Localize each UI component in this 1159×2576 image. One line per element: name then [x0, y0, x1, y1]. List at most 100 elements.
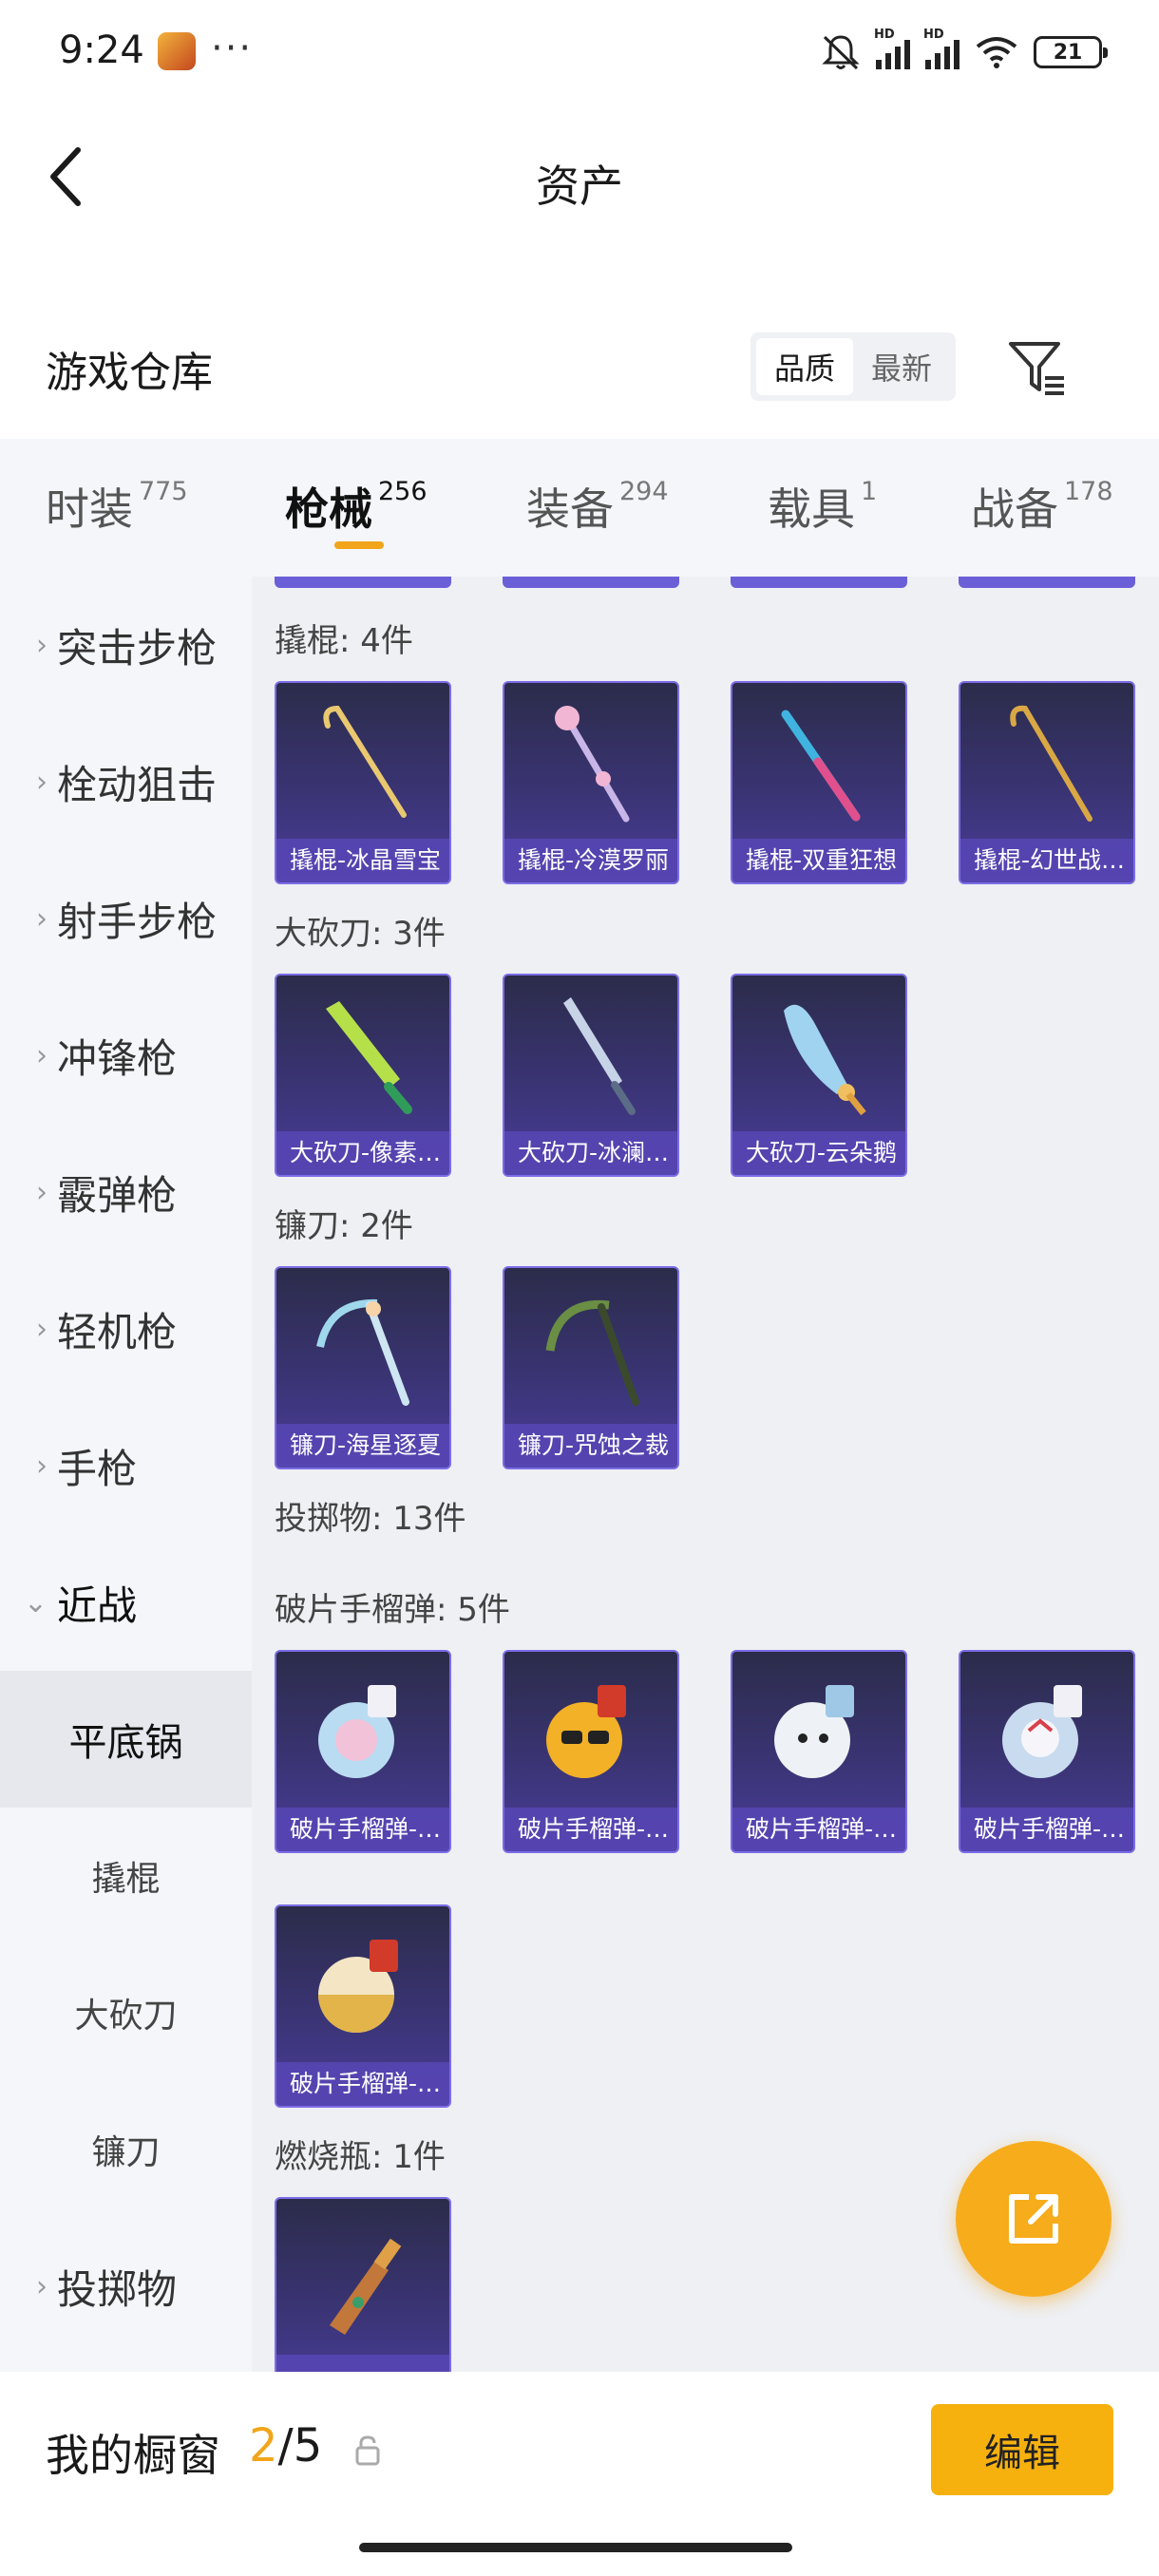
share-button[interactable]: [956, 2141, 1112, 2297]
sidebar-sub-crowbar[interactable]: 撬棍: [0, 1808, 252, 1944]
item-label: 破片手榴弹-…: [276, 1808, 449, 1851]
sidebar-item-smg[interactable]: › 冲锋枪: [0, 987, 252, 1124]
item-card[interactable]: 镰刀-海星逐夏: [275, 1266, 451, 1469]
grenade-image: [960, 1652, 1133, 1809]
sidebar-sub-pan[interactable]: 平底锅: [0, 1671, 252, 1808]
status-time: 9:24: [59, 28, 144, 72]
item-card[interactable]: 破片手榴弹-…: [503, 1650, 679, 1853]
nav-header: 资产: [0, 104, 1159, 256]
status-bar: 9:24 ··· HD HD 21: [0, 0, 1159, 104]
item-label: [276, 2355, 449, 2372]
group-title-throwables: 投掷物: 13件: [275, 1500, 466, 1538]
item-label: 大砍刀-像素…: [276, 1131, 449, 1175]
sort-newest-button[interactable]: 最新: [853, 338, 950, 395]
item-card[interactable]: 破片手榴弹-…: [275, 1904, 451, 2108]
chevron-right-icon: ›: [36, 1449, 48, 1483]
tab-fashion[interactable]: 时装 775: [46, 475, 188, 538]
group-title-crowbar: 撬棍: 4件: [275, 622, 413, 660]
item-card[interactable]: 撬棍-幻世战…: [959, 681, 1135, 884]
edit-button[interactable]: 编辑: [931, 2404, 1113, 2495]
sidebar-sub-machete[interactable]: 大砍刀: [0, 1944, 252, 2081]
showcase-bar: 我的橱窗 2/5 编辑: [0, 2372, 1159, 2576]
item-label: 破片手榴弹-…: [960, 1808, 1133, 1851]
item-card[interactable]: 撬棍-冰晶雪宝: [275, 681, 451, 884]
status-more: ···: [211, 27, 254, 70]
grenade-image: [276, 1906, 449, 2064]
tab-equipment[interactable]: 装备 294: [526, 475, 669, 538]
sickle-image: [504, 1268, 677, 1426]
item-label: 破片手榴弹-…: [504, 1808, 677, 1851]
category-tabs: 时装 775 枪械 256 装备 294 载具 1 战备 178: [0, 439, 1159, 577]
home-indicator[interactable]: [359, 2543, 792, 2552]
item-card[interactable]: 撬棍-双重狂想: [731, 681, 907, 884]
item-card[interactable]: 破片手榴弹-…: [959, 1650, 1135, 1853]
warehouse-header: 游戏仓库 品质 最新: [0, 313, 1159, 427]
crowbar-image: [732, 683, 905, 841]
item-card[interactable]: 破片手榴弹-…: [275, 1650, 451, 1853]
signal-1-icon: HD: [874, 28, 910, 69]
sidebar-item-lmg[interactable]: › 轻机枪: [0, 1260, 252, 1397]
machete-image: [276, 975, 449, 1133]
sidebar-item-melee[interactable]: ⌄ 近战: [0, 1534, 252, 1671]
chevron-right-icon: ›: [36, 628, 48, 662]
sort-toggle: 品质 最新: [750, 332, 956, 401]
chevron-right-icon: ›: [36, 2269, 48, 2303]
chevron-right-icon: ›: [36, 1312, 48, 1346]
crowbar-image: [960, 683, 1133, 841]
item-label: 大砍刀-云朵鹅: [732, 1131, 905, 1175]
item-card[interactable]: [275, 2197, 451, 2372]
item-label: 破片手榴弹-…: [732, 1808, 905, 1851]
item-label: 撬棍-冷漠罗丽: [504, 839, 677, 882]
sickle-image: [276, 1268, 449, 1426]
item-card[interactable]: 镰刀-咒蚀之裁: [503, 1266, 679, 1469]
item-label: 大砍刀-冰澜…: [504, 1131, 677, 1175]
item-card[interactable]: 撬棍-冷漠罗丽: [503, 681, 679, 884]
sidebar-item-throwables[interactable]: › 投掷物: [0, 2218, 252, 2355]
sidebar-item-marksman-rifle[interactable]: › 射手步枪: [0, 850, 252, 987]
item-label: 镰刀-咒蚀之裁: [504, 1424, 677, 1468]
tab-firearms[interactable]: 枪械 256: [285, 475, 428, 538]
sidebar-item-pistol[interactable]: › 手枪: [0, 1397, 252, 1534]
tab-vehicles[interactable]: 载具 1: [768, 475, 877, 538]
grenade-image: [732, 1652, 905, 1809]
sidebar: › 突击步枪 › 栓动狙击 › 射手步枪 › 冲锋枪 › 霰弹枪 › 轻机枪 › 手枪 ⌄ 近战…: [0, 577, 252, 2372]
machete-image: [732, 975, 905, 1133]
tab-supplies[interactable]: 战备 178: [971, 475, 1113, 538]
lock-icon: [355, 2435, 380, 2466]
chevron-right-icon: ›: [36, 1038, 48, 1072]
item-label: 破片手榴弹-…: [276, 2062, 449, 2106]
item-card[interactable]: 破片手榴弹-…: [731, 1650, 907, 1853]
card-stub: [503, 577, 679, 588]
item-label: 撬棍-幻世战…: [960, 839, 1133, 882]
group-title-grenade: 破片手榴弹: 5件: [275, 1591, 510, 1629]
status-icons: HD HD 21: [821, 28, 1108, 72]
item-card[interactable]: 大砍刀-像素…: [275, 974, 451, 1177]
battery-icon: 21: [1034, 36, 1108, 68]
sidebar-item-bolt-sniper[interactable]: › 栓动狙击: [0, 713, 252, 850]
crowbar-image: [504, 683, 677, 841]
share-icon: [1009, 2194, 1058, 2244]
grenade-image: [504, 1652, 677, 1809]
group-title-molotov: 燃烧瓶: 1件: [275, 2138, 446, 2176]
sidebar-item-assault-rifle[interactable]: › 突击步枪: [0, 577, 252, 713]
item-card[interactable]: 大砍刀-云朵鹅: [731, 974, 907, 1177]
item-label: 撬棍-双重狂想: [732, 839, 905, 882]
sidebar-sub-sickle[interactable]: 镰刀: [0, 2081, 252, 2218]
item-label: 撬棍-冰晶雪宝: [276, 839, 449, 882]
showcase-label: 我的橱窗: [46, 2430, 220, 2481]
signal-2-icon: HD: [923, 28, 960, 69]
warehouse-title: 游戏仓库: [46, 349, 213, 397]
group-title-machete: 大砍刀: 3件: [275, 915, 446, 953]
wifi-icon: [976, 37, 1017, 68]
card-stub: [731, 577, 907, 588]
active-tab-indicator: [334, 541, 384, 549]
item-card[interactable]: 大砍刀-冰澜…: [503, 974, 679, 1177]
sort-quality-button[interactable]: 品质: [756, 338, 853, 395]
filter-icon[interactable]: [1005, 336, 1068, 399]
chevron-right-icon: ›: [36, 1175, 48, 1209]
page-title: 资产: [536, 161, 623, 212]
chevron-right-icon: ›: [36, 901, 48, 936]
crowbar-image: [276, 683, 449, 841]
item-label: 镰刀-海星逐夏: [276, 1424, 449, 1468]
sidebar-item-shotgun[interactable]: › 霰弹枪: [0, 1124, 252, 1260]
